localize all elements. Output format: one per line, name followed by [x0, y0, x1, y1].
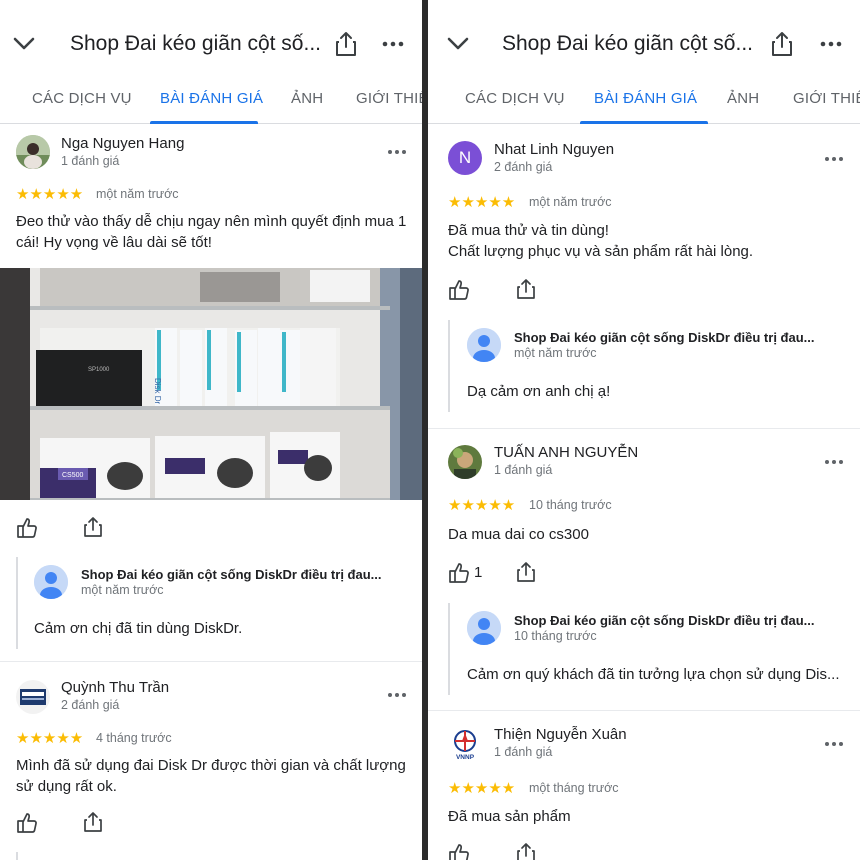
share-icon[interactable] — [82, 811, 104, 833]
chevron-down-icon[interactable] — [444, 30, 472, 58]
more-options-icon[interactable] — [387, 148, 407, 156]
store-shelf-image: SP1000 Disk Dr CS500 — [0, 268, 422, 500]
tab-reviews[interactable]: BÀI ĐÁNH GIÁ — [594, 90, 697, 107]
review-text-line-2: Chất lượng phục vụ và sản phẩm rất hài l… — [448, 243, 754, 260]
device-label: SP1000 — [88, 367, 110, 373]
review-text-line-2: sử dụng rất ok. — [16, 778, 117, 795]
more-options-icon[interactable] — [824, 740, 844, 748]
review-text-line-1: Đã mua sản phẩm — [448, 808, 571, 825]
review-count: 2 đánh giá — [61, 698, 120, 712]
review-count: 1 đánh giá — [494, 745, 553, 759]
reply-date: 10 tháng trước — [514, 629, 597, 643]
reply-text: Cảm ơn quý khách đã tin tưởng lựa chọn s… — [467, 666, 840, 683]
tab-bar: CÁC DỊCH VỤ BÀI ĐÁNH GIÁ ẢNH GIỚI THIỆ — [0, 86, 422, 124]
avatar[interactable]: N — [448, 141, 482, 175]
share-icon[interactable] — [82, 516, 104, 538]
tab-reviews[interactable]: BÀI ĐÁNH GIÁ — [160, 90, 263, 107]
star-rating: ★★★★★ — [16, 186, 84, 203]
review-text-line-1: Đã mua thử và tin dùng! — [448, 222, 609, 239]
more-options-icon[interactable] — [824, 155, 844, 163]
owner-reply: Shop Đai kéo giãn cột sống DiskDr điều t… — [448, 603, 846, 695]
review-date: 10 tháng trước — [529, 498, 612, 512]
avatar[interactable]: VNNP — [448, 727, 482, 761]
top-bar: Shop Đai kéo giãn cột số... — [428, 0, 860, 86]
owner-reply — [16, 852, 406, 860]
tab-about[interactable]: GIỚI THIỆ — [793, 90, 860, 107]
avatar[interactable] — [448, 445, 482, 479]
review-count: 1 đánh giá — [494, 463, 553, 477]
place-title: Shop Đai kéo giãn cột số... — [502, 32, 753, 55]
owner-name: Shop Đai kéo giãn cột sống DiskDr điều t… — [514, 330, 815, 345]
share-icon[interactable] — [770, 31, 794, 57]
owner-avatar — [34, 565, 68, 599]
reply-text: Cảm ơn chị đã tin dùng DiskDr. — [34, 620, 243, 637]
owner-avatar — [467, 611, 501, 645]
review-text-line-1: Đeo thử vào thấy dễ chịu ngay nên mình q… — [16, 213, 407, 230]
review-text-line-1: Mình đã sử dụng đai Disk Dr được thời gi… — [16, 757, 406, 774]
more-options-icon[interactable] — [382, 34, 404, 54]
model-label: CS500 — [62, 472, 84, 479]
review-count: 2 đánh giá — [494, 160, 553, 174]
star-rating: ★★★★★ — [448, 194, 516, 211]
vnnp-logo: VNNP — [448, 727, 482, 761]
active-tab-indicator — [580, 121, 708, 124]
review-text-line-2: cái! Hy vọng về lâu dài sẽ tốt! — [16, 234, 212, 251]
active-tab-indicator — [150, 121, 258, 124]
more-options-icon[interactable] — [820, 34, 842, 54]
chevron-down-icon[interactable] — [10, 30, 38, 58]
right-screenshot: Shop Đai kéo giãn cột số... CÁC DỊCH VỤ … — [428, 0, 860, 860]
review-count: 1 đánh giá — [61, 154, 120, 168]
place-title: Shop Đai kéo giãn cột số... — [70, 32, 321, 55]
like-count: 1 — [474, 564, 483, 581]
owner-reply: Shop Đai kéo giãn cột sống DiskDr điều t… — [448, 320, 846, 412]
thumbs-up-icon[interactable] — [448, 843, 470, 860]
reviewer-name[interactable]: Nhat Linh Nguyen — [494, 141, 614, 158]
share-icon[interactable] — [515, 842, 537, 860]
review-date: một tháng trước — [529, 781, 619, 795]
star-rating: ★★★★★ — [448, 497, 516, 514]
tab-photos[interactable]: ẢNH — [727, 90, 759, 107]
review-separator — [428, 428, 860, 429]
review-date: một năm trước — [96, 187, 179, 201]
owner-reply: Shop Đai kéo giãn cột sống DiskDr điều t… — [16, 557, 406, 649]
review-date: một năm trước — [529, 195, 612, 209]
left-screenshot: Shop Đai kéo giãn cột số... CÁC DỊCH VỤ … — [0, 0, 422, 860]
review-date: 4 tháng trước — [96, 731, 172, 745]
more-options-icon[interactable] — [387, 691, 407, 699]
top-bar: Shop Đai kéo giãn cột số... — [0, 0, 422, 86]
tab-about[interactable]: GIỚI THIỆ — [356, 90, 422, 107]
review-separator — [428, 710, 860, 711]
reply-text: Dạ cảm ơn anh chị ạ! — [467, 383, 611, 400]
owner-name: Shop Đai kéo giãn cột sống DiskDr điều t… — [81, 567, 382, 582]
logo-text: VNNP — [456, 754, 475, 761]
tab-services[interactable]: CÁC DỊCH VỤ — [32, 90, 132, 107]
avatar[interactable] — [16, 680, 50, 714]
tab-bar: CÁC DỊCH VỤ BÀI ĐÁNH GIÁ ẢNH GIỚI THIỆ — [428, 86, 860, 124]
share-icon[interactable] — [515, 278, 537, 300]
tab-photos[interactable]: ẢNH — [291, 90, 323, 107]
owner-name: Shop Đai kéo giãn cột sống DiskDr điều t… — [514, 613, 815, 628]
share-icon[interactable] — [515, 561, 537, 583]
reply-date: một năm trước — [81, 583, 164, 597]
more-options-icon[interactable] — [824, 458, 844, 466]
thumbs-up-icon[interactable] — [16, 812, 38, 834]
review-text-line-1: Da mua dai co cs300 — [448, 526, 589, 543]
reviewer-name[interactable]: TUẤN ANH NGUYỄN — [494, 444, 638, 461]
review-separator — [0, 661, 422, 662]
reviewer-name[interactable]: Nga Nguyen Hang — [61, 135, 184, 152]
reviewer-name[interactable]: Thiện Nguyễn Xuân — [494, 726, 627, 743]
thumbs-up-icon[interactable] — [448, 562, 470, 584]
tab-services[interactable]: CÁC DỊCH VỤ — [465, 90, 565, 107]
box-brand-label: Disk Dr — [153, 378, 162, 405]
star-rating: ★★★★★ — [448, 780, 516, 797]
avatar[interactable] — [16, 135, 50, 169]
thumbs-up-icon[interactable] — [16, 517, 38, 539]
thumbs-up-icon[interactable] — [448, 279, 470, 301]
star-rating: ★★★★★ — [16, 730, 84, 747]
reviewer-name[interactable]: Quỳnh Thu Trần — [61, 679, 169, 696]
reply-date: một năm trước — [514, 346, 597, 360]
share-icon[interactable] — [334, 31, 358, 57]
owner-avatar — [467, 328, 501, 362]
review-photo[interactable]: SP1000 Disk Dr CS500 — [0, 268, 422, 500]
